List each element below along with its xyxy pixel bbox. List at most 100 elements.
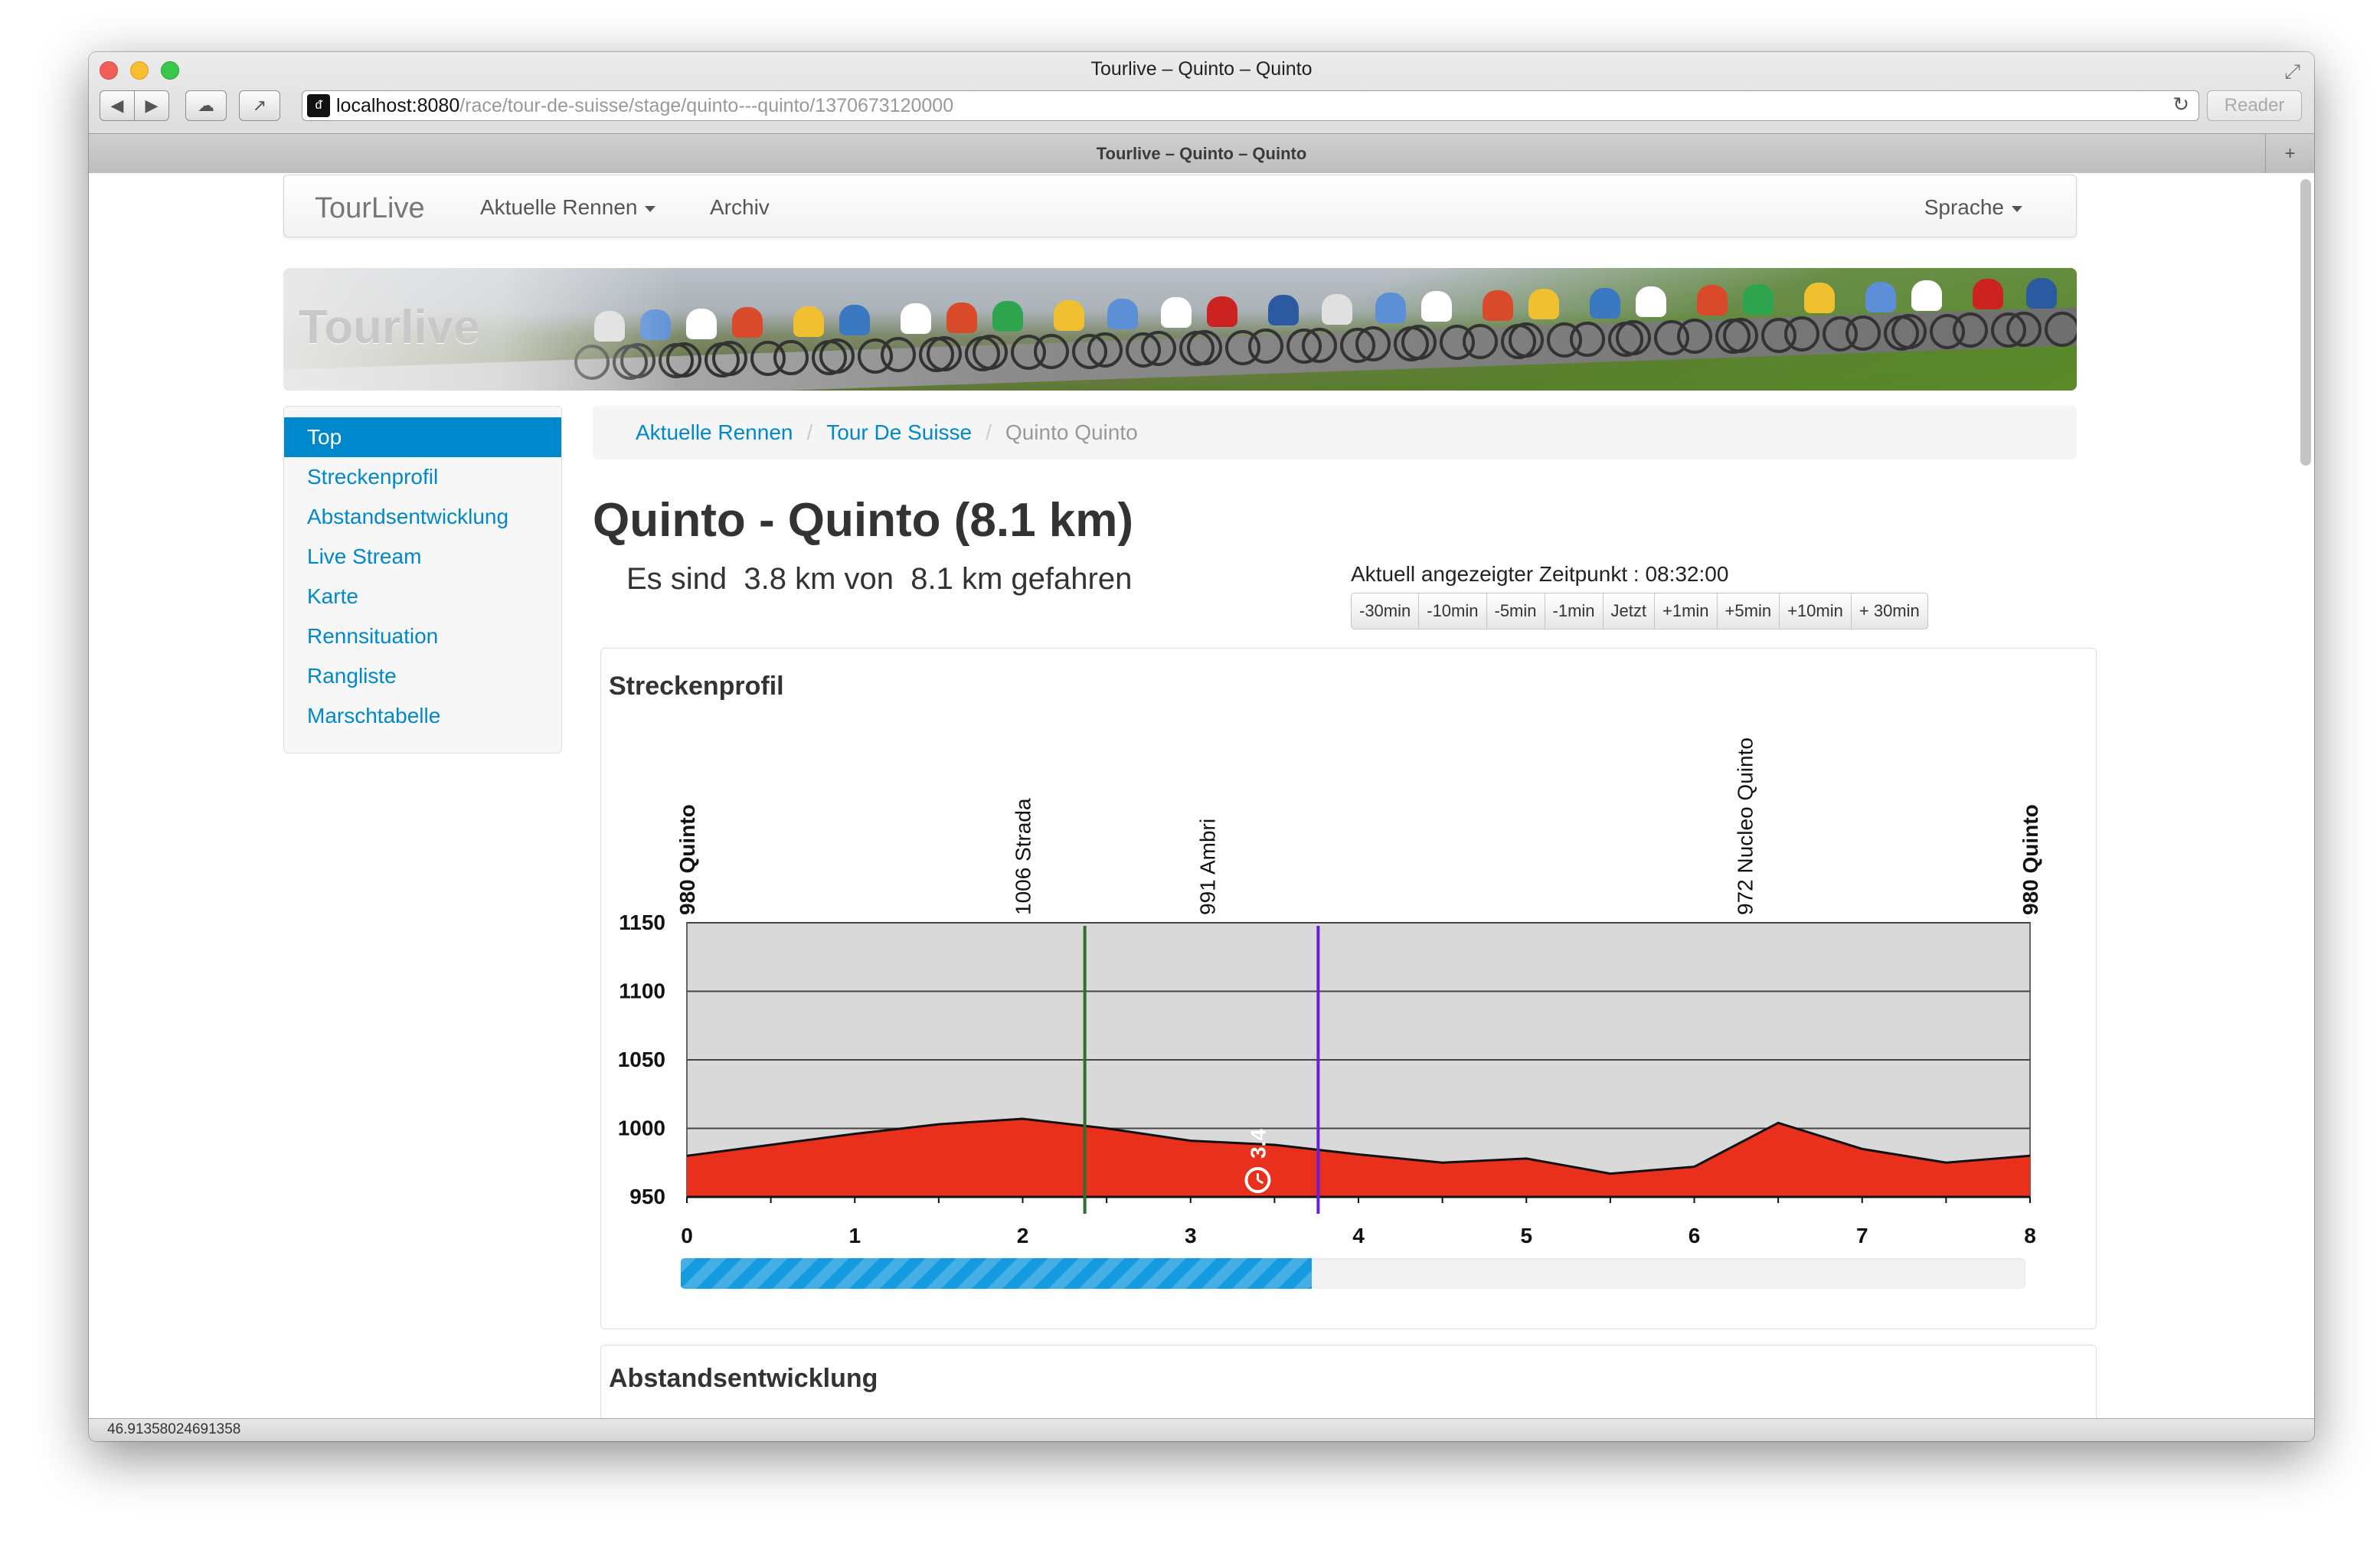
sidebar-item-marschtabelle[interactable]: Marschtabelle — [284, 696, 561, 736]
forward-arrow-icon: ▶ — [145, 96, 159, 115]
time-button[interactable]: +10min — [1780, 593, 1852, 629]
streckenprofil-panel: Streckenprofil 950 1000 1050 1100 1150 0 1 2 3 4 5… — [600, 648, 2097, 1329]
banner-wheel — [1723, 317, 1758, 353]
time-button[interactable]: Jetzt — [1604, 593, 1655, 629]
abstandsentwicklung-heading: Abstandsentwicklung — [609, 1364, 878, 1393]
banner-wheel — [1302, 327, 1337, 363]
url-host: localhost:8080 — [336, 94, 460, 116]
banner-cyclist — [732, 307, 763, 338]
zeitpunkt-label: Aktuell angezeigter Zeitpunkt : 08:32:00 — [1351, 562, 1729, 586]
breadcrumb-tour-de-suisse[interactable]: Tour De Suisse — [826, 420, 972, 444]
forward-button[interactable]: ▶ — [134, 90, 169, 121]
x-tick-label: 6 — [1689, 1224, 1701, 1247]
banner-wheel — [773, 339, 809, 375]
brand-logo[interactable]: TourLive — [315, 192, 425, 225]
progress-text: Es sind 3.8 km von 8.1 km gefahren — [626, 562, 1133, 596]
banner-cyclist — [1636, 286, 1666, 317]
breadcrumb-aktuelle-rennen[interactable]: Aktuelle Rennen — [636, 420, 793, 444]
window-title: Tourlive – Quinto – Quinto — [1090, 58, 1313, 80]
caret-down-icon — [2012, 205, 2022, 212]
y-tick-label: 1000 — [618, 1117, 665, 1140]
address-bar[interactable]: ᵭ localhost:8080/race/tour-de-suisse/sta… — [302, 90, 2199, 121]
time-button[interactable]: -30min — [1352, 593, 1420, 629]
browser-window: Tourlive – Quinto – Quinto ⤢ ◀ ▶ ☁ ↗ ᵭ l… — [89, 52, 2314, 1441]
sidebar-item-live-stream[interactable]: Live Stream — [284, 537, 561, 577]
tab-strip: Tourlive – Quinto – Quinto + — [89, 133, 2314, 174]
banner-cyclist — [793, 306, 824, 337]
side-navigation: Top Streckenprofil Abstandsentwicklung Live… — [283, 406, 562, 754]
reader-button[interactable]: Reader — [2207, 90, 2302, 121]
banner-cyclist — [1207, 296, 1237, 327]
nav-archiv-link[interactable]: Archiv — [710, 195, 770, 220]
browser-titlebar: Tourlive – Quinto – Quinto ⤢ ◀ ▶ ☁ ↗ ᵭ l… — [89, 52, 2314, 174]
banner-cyclist — [1107, 299, 1138, 329]
nav-sprache-label: Sprache — [1924, 195, 2004, 219]
time-button[interactable]: +5min — [1718, 593, 1780, 629]
hero-banner-image: Tourlive — [283, 268, 2077, 391]
scrollbar-thumb[interactable] — [2300, 179, 2311, 466]
x-tick-label: 3 — [1185, 1224, 1197, 1247]
time-button[interactable]: +1min — [1655, 593, 1718, 629]
banner-wheel — [1248, 329, 1283, 365]
sidebar-item-top[interactable]: Top — [284, 417, 561, 457]
banner-wheel — [927, 335, 962, 371]
breadcrumb: Aktuelle Rennen / Tour De Suisse / Quinto Qu… — [593, 406, 2077, 459]
breadcrumb-separator: / — [986, 420, 992, 444]
banner-cyclist — [901, 303, 931, 335]
y-tick-label: 1150 — [619, 911, 665, 934]
new-tab-button[interactable]: + — [2265, 134, 2314, 174]
nav-sprache-dropdown[interactable]: Sprache — [1924, 195, 2022, 220]
banner-cyclist — [992, 301, 1023, 332]
reload-icon[interactable]: ↻ — [2172, 93, 2189, 116]
banner-wheel — [1355, 326, 1391, 361]
sidebar-item-abstandsentwicklung[interactable]: Abstandsentwicklung — [284, 497, 561, 537]
tab-title[interactable]: Tourlive – Quinto – Quinto — [89, 144, 2314, 164]
banner-wheel — [2006, 311, 2042, 347]
time-button[interactable]: -5min — [1487, 593, 1545, 629]
streckenprofil-heading: Streckenprofil — [609, 672, 784, 701]
back-button[interactable]: ◀ — [100, 90, 135, 121]
nav-aktuelle-rennen-dropdown[interactable]: Aktuelle Rennen — [480, 195, 656, 220]
banner-cyclist — [1973, 279, 2003, 310]
x-tick-label: 2 — [1017, 1224, 1029, 1247]
waypoint-label: 991 Ambri — [1196, 819, 1220, 915]
x-tick-label: 1 — [848, 1224, 861, 1247]
page-title: Quinto - Quinto (8.1 km) — [593, 494, 1134, 547]
icloud-tabs-button[interactable]: ☁ — [185, 90, 227, 121]
sidebar-item-streckenprofil[interactable]: Streckenprofil — [284, 457, 561, 497]
time-button[interactable]: -10min — [1419, 593, 1487, 629]
fullscreen-icon[interactable]: ⤢ — [2284, 60, 2300, 84]
banner-cyclist — [1911, 280, 1942, 311]
share-button[interactable]: ↗ — [239, 90, 280, 121]
sidebar-item-karte[interactable]: Karte — [284, 577, 561, 616]
banner-wheel — [1616, 320, 1651, 355]
breadcrumb-current: Quinto Quinto — [1005, 420, 1138, 444]
banner-title: Tourlive — [299, 301, 480, 354]
stage-progress-bar — [681, 1258, 2025, 1289]
banner-wheel — [973, 335, 1008, 371]
waypoint-label: 1006 Strada — [1012, 798, 1035, 915]
banner-cyclist — [2026, 277, 2057, 309]
page-viewport: TourLive Aktuelle Rennen Archiv Sprache … — [89, 173, 2314, 1418]
page-scrollbar[interactable] — [2300, 179, 2311, 1412]
banner-wheel — [1034, 333, 1069, 369]
y-tick-label: 1100 — [619, 979, 665, 1003]
sidebar-item-rangliste[interactable]: Rangliste — [284, 656, 561, 696]
banner-cyclist — [1161, 297, 1192, 329]
time-button[interactable]: -1min — [1545, 593, 1604, 629]
banner-cyclist — [839, 305, 870, 335]
share-icon: ↗ — [252, 96, 267, 115]
sidebar-item-rennsituation[interactable]: Rennsituation — [284, 616, 561, 656]
x-tick-label: 4 — [1352, 1224, 1365, 1247]
status-bar: 46.91358024691358 — [89, 1418, 2314, 1441]
banner-wheel — [1784, 316, 1819, 352]
banner-wheel — [1187, 329, 1222, 365]
banner-cyclist — [1743, 283, 1774, 315]
banner-cyclist — [1590, 287, 1620, 319]
banner-cyclist — [1054, 299, 1084, 331]
banner-wheel — [1891, 314, 1927, 349]
banner-wheel — [712, 341, 747, 377]
time-button[interactable]: + 30min — [1852, 593, 1927, 629]
banner-cyclist — [686, 308, 717, 339]
banner-wheel — [2045, 311, 2077, 347]
